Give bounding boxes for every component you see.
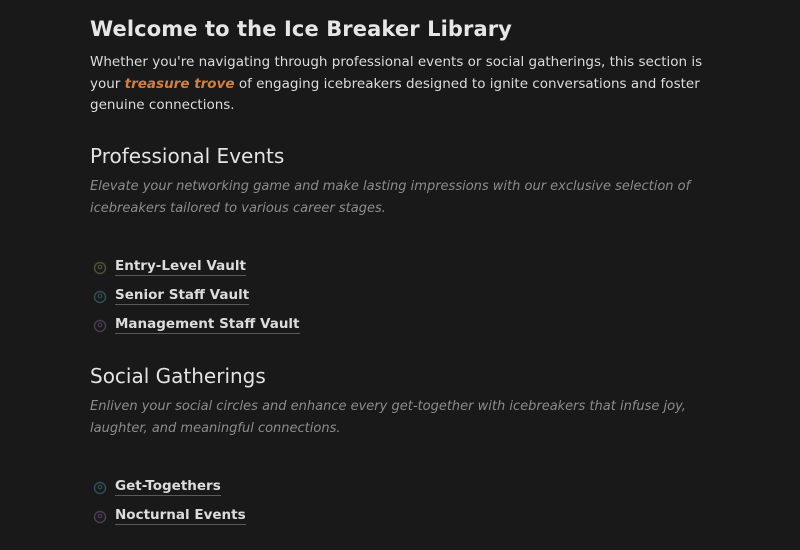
management-staff-vault-label[interactable]: Management Staff Vault (115, 316, 300, 334)
social-events-list: Get-Togethers Nocturnal Events (90, 472, 246, 530)
social-gatherings-description: Enliven your social circles and enhance … (90, 399, 686, 436)
entry-level-vault-label[interactable]: Entry-Level Vault (115, 258, 246, 276)
management-staff-vault-link[interactable]: Management Staff Vault (90, 310, 300, 339)
senior-staff-vault-label[interactable]: Senior Staff Vault (115, 287, 250, 305)
badge-icon (93, 318, 107, 332)
professional-events-description: Elevate your networking game and make la… (90, 179, 691, 216)
badge-icon (93, 289, 107, 303)
badge-icon (93, 480, 107, 494)
entry-level-vault-link[interactable]: Entry-Level Vault (90, 252, 300, 281)
page-title: Welcome to the Ice Breaker Library (90, 17, 512, 41)
professional-vault-list: Entry-Level Vault Senior Staff Vault Man… (90, 252, 300, 339)
nocturnal-events-link[interactable]: Nocturnal Events (90, 501, 246, 530)
social-gatherings-heading: Social Gatherings (90, 364, 266, 388)
intro-paragraph: Whether you're navigating through profes… (90, 52, 710, 117)
nocturnal-events-label[interactable]: Nocturnal Events (115, 507, 246, 525)
senior-staff-vault-link[interactable]: Senior Staff Vault (90, 281, 300, 310)
professional-events-heading: Professional Events (90, 144, 285, 168)
get-togethers-label[interactable]: Get-Togethers (115, 478, 221, 496)
badge-icon-shape (93, 261, 107, 274)
intro-highlight: treasure trove (124, 75, 235, 92)
get-togethers-link[interactable]: Get-Togethers (90, 472, 246, 501)
page: Welcome to the Ice Breaker Library Wheth… (0, 0, 800, 550)
badge-icon (93, 509, 107, 523)
badge-icon (93, 260, 107, 274)
